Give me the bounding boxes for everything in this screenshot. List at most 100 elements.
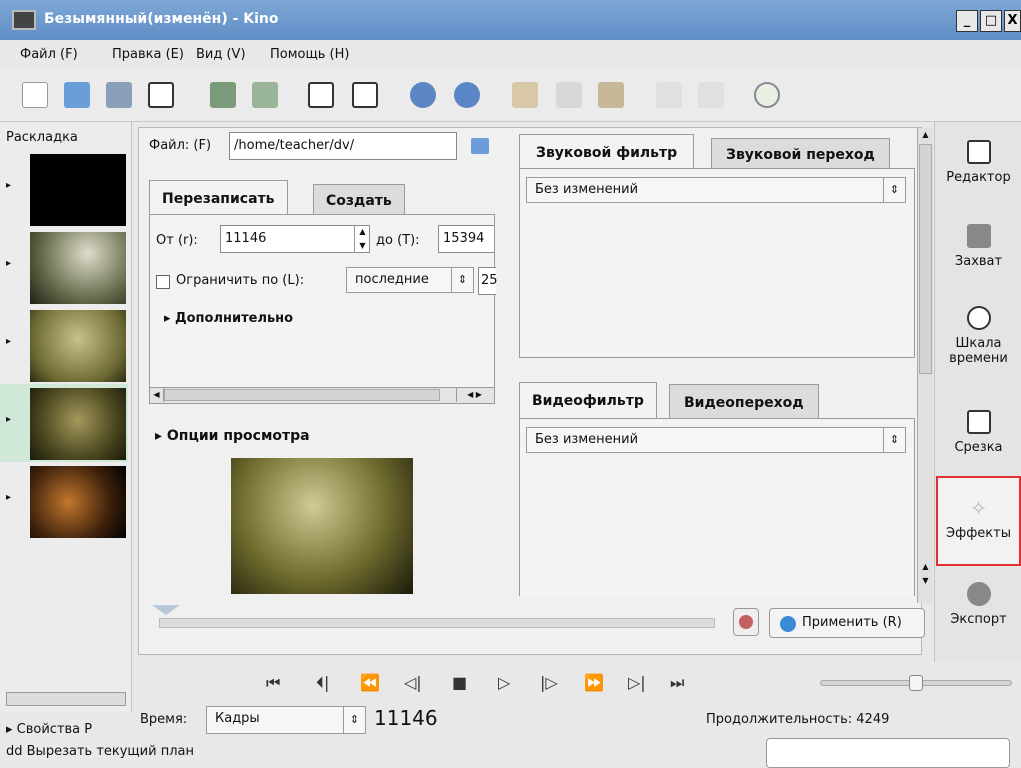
- limit-checkbox[interactable]: [156, 275, 170, 289]
- tab-video-transition[interactable]: Видеопереход: [669, 384, 819, 422]
- stop-render-button[interactable]: [733, 608, 759, 636]
- scroll-up-icon[interactable]: ▲: [918, 128, 933, 142]
- menu-view[interactable]: Вид (V): [196, 47, 246, 62]
- apply-button[interactable]: Применить (R): [769, 608, 925, 638]
- scene-thumbnail[interactable]: [30, 310, 126, 382]
- mode-effects-label: Эффекты: [946, 526, 1011, 541]
- last-scene-icon[interactable]: ⏭: [670, 673, 684, 693]
- collapse-icon[interactable]: [698, 82, 724, 108]
- toolbar: [0, 68, 1021, 122]
- scroll-arrows-icon[interactable]: ◀ ▶: [456, 388, 492, 402]
- menu-file[interactable]: Файл (F): [20, 47, 78, 62]
- apply-icon: [780, 616, 796, 632]
- scroll-thumb[interactable]: [164, 389, 440, 401]
- fast-forward-icon[interactable]: ⏩: [584, 673, 604, 692]
- scene-thumbnail[interactable]: [30, 388, 126, 460]
- browse-folder-icon[interactable]: [471, 138, 489, 154]
- combo-arrow-icon: ⇕: [343, 707, 365, 733]
- expand-arrow-icon[interactable]: ▸: [6, 492, 11, 503]
- save-icon[interactable]: [106, 82, 132, 108]
- save-frame-icon[interactable]: [210, 82, 236, 108]
- clock-icon: [966, 306, 991, 330]
- tab-create[interactable]: Создать: [313, 184, 405, 218]
- effects-vscrollbar[interactable]: ▲ ▲ ▼: [917, 128, 933, 603]
- mode-editor-button[interactable]: Редактор: [936, 140, 1021, 185]
- properties-toggle[interactable]: ▸ Свойства P: [6, 722, 92, 737]
- file-path-input[interactable]: /home/teacher/dv/: [229, 132, 457, 160]
- open-folder-icon[interactable]: [64, 82, 90, 108]
- scene-row[interactable]: ▸: [0, 306, 128, 384]
- play-icon[interactable]: ▷: [498, 673, 510, 692]
- scroll-down-icon[interactable]: ▲ ▼: [918, 560, 933, 588]
- video-filter-select[interactable]: Без изменений ⇕: [526, 427, 906, 453]
- mode-effects-button[interactable]: ✧ Эффекты: [936, 476, 1021, 566]
- shuttle-slider[interactable]: [820, 675, 1012, 691]
- tab-video-filter[interactable]: Видеофильтр: [519, 382, 657, 419]
- next-scene-icon[interactable]: ▷|: [628, 673, 646, 692]
- to-spin-input[interactable]: 15394: [438, 225, 494, 253]
- from-label: От (r):: [156, 233, 198, 248]
- minimize-button[interactable]: _: [956, 10, 978, 32]
- combo-arrow-icon: ⇕: [883, 428, 905, 452]
- mode-timeline-button[interactable]: Шкала времени: [936, 306, 1021, 366]
- zoom-icon[interactable]: [754, 82, 780, 108]
- expand-arrow-icon[interactable]: ▸: [6, 336, 11, 347]
- duration-text: Продолжительность: 4249: [706, 712, 890, 727]
- tab-audio-filter[interactable]: Звуковой фильтр: [519, 134, 695, 171]
- expand-arrow-icon[interactable]: ▸: [6, 414, 11, 425]
- current-frame: 11146: [374, 706, 438, 730]
- combo-arrow-icon: ⇕: [451, 268, 473, 292]
- video-filter-body: Без изменений ⇕: [519, 418, 915, 596]
- advanced-expander[interactable]: ▸ Дополнительно: [164, 311, 293, 326]
- rewind-icon[interactable]: ⏪: [360, 673, 380, 692]
- scroll-thumb[interactable]: [919, 144, 932, 374]
- maximize-button[interactable]: □: [980, 10, 1002, 32]
- stop-icon[interactable]: ■: [452, 673, 467, 692]
- cut-icon[interactable]: [512, 82, 538, 108]
- options-hscrollbar[interactable]: ◀ ◀ ▶: [150, 387, 494, 403]
- time-format-select[interactable]: Кадры ⇕: [206, 706, 366, 734]
- menu-help[interactable]: Помощь (H): [270, 47, 349, 62]
- step-forward-icon[interactable]: |▷: [540, 673, 558, 692]
- overwrite-tab-body: От (r): 11146 ▲ ▼ до (T): 15394 Ограничит…: [149, 214, 498, 404]
- mode-export-button[interactable]: Экспорт: [936, 582, 1021, 627]
- from-spin-arrows-icon[interactable]: ▲ ▼: [354, 225, 370, 253]
- expand-arrow-icon[interactable]: ▸: [6, 258, 11, 269]
- scene-row[interactable]: ▸: [0, 462, 128, 540]
- menu-edit[interactable]: Правка (E): [112, 47, 184, 62]
- scene-row-selected[interactable]: ▸: [0, 384, 128, 462]
- expand-icon[interactable]: [656, 82, 682, 108]
- film-join-icon[interactable]: [352, 82, 378, 108]
- first-scene-icon[interactable]: ⏮: [266, 673, 280, 693]
- export-image-icon[interactable]: [252, 82, 278, 108]
- film-split-icon[interactable]: [308, 82, 334, 108]
- scene-thumbnail[interactable]: [30, 466, 126, 538]
- new-file-icon[interactable]: [22, 82, 48, 108]
- mode-capture-button[interactable]: Захват: [936, 224, 1021, 269]
- undo-icon[interactable]: [410, 82, 436, 108]
- scene-thumbnail[interactable]: [30, 232, 126, 304]
- tab-audio-transition[interactable]: Звуковой переход: [711, 138, 890, 172]
- tab-overwrite[interactable]: Перезаписать: [149, 180, 288, 217]
- scene-row[interactable]: ▸: [0, 152, 128, 228]
- mode-editor-label: Редактор: [946, 170, 1011, 185]
- copy-icon[interactable]: [556, 82, 582, 108]
- audio-filter-select[interactable]: Без изменений ⇕: [526, 177, 906, 203]
- expand-arrow-icon[interactable]: ▸: [6, 180, 11, 191]
- previous-scene-icon[interactable]: ⏴|: [316, 673, 329, 693]
- shuttle-slider-handle[interactable]: [909, 675, 923, 691]
- paste-icon[interactable]: [598, 82, 624, 108]
- redo-icon[interactable]: [454, 82, 480, 108]
- mode-trim-button[interactable]: Срезка: [936, 410, 1021, 455]
- preview-options-expander[interactable]: ▸ Опции просмотра: [155, 428, 310, 444]
- export-file-icon[interactable]: [148, 82, 174, 108]
- scene-thumbnail[interactable]: [30, 154, 126, 226]
- scene-row[interactable]: ▸: [0, 228, 128, 306]
- storyboard-scrollbar[interactable]: [6, 692, 126, 706]
- limit-value-input[interactable]: 25: [478, 267, 498, 295]
- from-spin-input[interactable]: 11146: [220, 225, 370, 253]
- close-button[interactable]: X: [1004, 10, 1021, 32]
- scroll-left-icon[interactable]: ◀: [150, 388, 164, 402]
- step-back-icon[interactable]: ◁|: [404, 673, 422, 692]
- limit-select[interactable]: последние ⇕: [346, 267, 474, 293]
